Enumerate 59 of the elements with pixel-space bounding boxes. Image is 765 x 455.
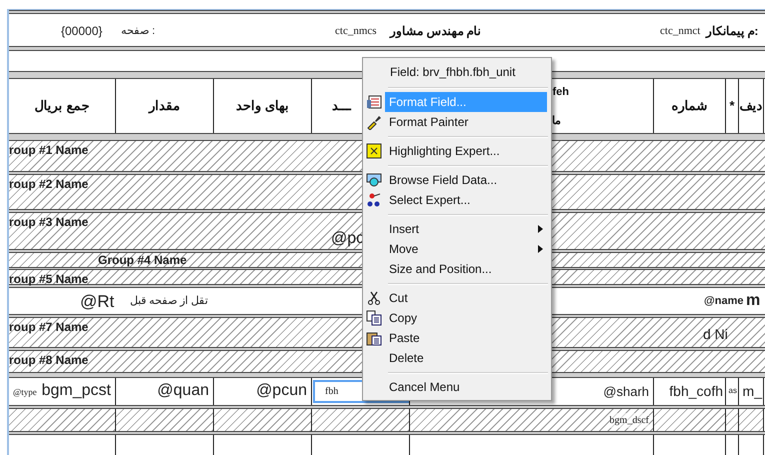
scissors-icon xyxy=(366,290,382,306)
page-number-field: {00000} xyxy=(61,22,102,40)
menu-item[interactable]: Delete xyxy=(385,348,547,368)
paintbrush-icon xyxy=(366,114,382,130)
formula-field: m xyxy=(746,289,760,314)
column-title: * xyxy=(729,97,735,116)
page-label: صفحه : xyxy=(121,24,156,39)
report-field[interactable]: @quan xyxy=(157,379,209,404)
select-expert-icon xyxy=(366,192,382,208)
formula-field: @Rt xyxy=(80,289,114,315)
column-title: دیف xyxy=(740,97,762,116)
column-title: جمع بریال xyxy=(34,97,90,116)
column-title: ما xyxy=(552,114,561,129)
formula-field: @name xyxy=(704,293,744,310)
report-field[interactable]: fbh_cofh xyxy=(669,380,723,402)
menu-item[interactable]: Cut xyxy=(385,288,547,308)
carry-label: تقل از صفحه قبل xyxy=(130,294,208,310)
group-name-field: roup #8 Name xyxy=(9,351,88,370)
browse-data-icon xyxy=(366,172,382,188)
report-field[interactable]: m_ xyxy=(742,380,762,402)
menu-item[interactable]: Format Painter xyxy=(385,112,547,132)
clipboard-icon xyxy=(366,330,382,346)
group-name-field: Group #4 Name xyxy=(98,250,187,269)
contractor-field: ctc_nmct xyxy=(660,22,700,40)
formula-field: d Ni xyxy=(703,324,728,345)
report-field[interactable]: @pcun xyxy=(256,379,307,404)
group-name-field: roup #3 Name xyxy=(9,213,88,232)
hatched-cell xyxy=(726,408,739,432)
report-field[interactable]: bgm_pcst xyxy=(42,379,111,404)
group-name-field: roup #7 Name xyxy=(9,318,88,336)
report-field[interactable]: @sharh xyxy=(603,382,649,402)
contractor-label: م پیمانکار: xyxy=(706,22,758,40)
column-title: ـــد xyxy=(332,97,351,116)
formula-field: @pc xyxy=(331,227,364,252)
menu-title: Field: brv_fhbh.fbh_unit xyxy=(390,64,516,81)
menu-item[interactable]: Size and Position... xyxy=(385,259,547,279)
menu-item[interactable]: Highlighting Expert... xyxy=(385,141,547,161)
column-title: بهای واحد xyxy=(236,97,289,116)
highlight-icon xyxy=(366,143,382,159)
group-name-field: roup #5 Name xyxy=(9,270,88,288)
menu-item[interactable]: Move xyxy=(385,239,547,259)
consultant-field: ctc_nmcs xyxy=(335,22,377,40)
copy-icon xyxy=(366,310,382,326)
menu-item[interactable]: Paste xyxy=(385,328,547,348)
consultant-label: نام مهندس مشاور xyxy=(390,22,481,40)
description-field: bgm_dscf xyxy=(610,412,649,428)
group-name-field: roup #2 Name xyxy=(9,174,88,193)
form-icon xyxy=(366,94,382,110)
menu-item[interactable]: Copy xyxy=(385,308,547,328)
formula-field: @type xyxy=(13,386,37,400)
hatched-cell xyxy=(739,408,764,432)
group-name-field: roup #1 Name xyxy=(9,141,88,160)
menu-item[interactable]: Browse Field Data... xyxy=(385,170,547,190)
menu-item[interactable]: Select Expert... xyxy=(385,190,547,210)
menu-item[interactable]: Insert xyxy=(385,219,547,239)
report-field[interactable]: as xyxy=(728,385,737,398)
column-title: feh xyxy=(552,85,569,100)
column-title: مقدار xyxy=(149,97,180,116)
column-title: شماره xyxy=(672,97,708,116)
